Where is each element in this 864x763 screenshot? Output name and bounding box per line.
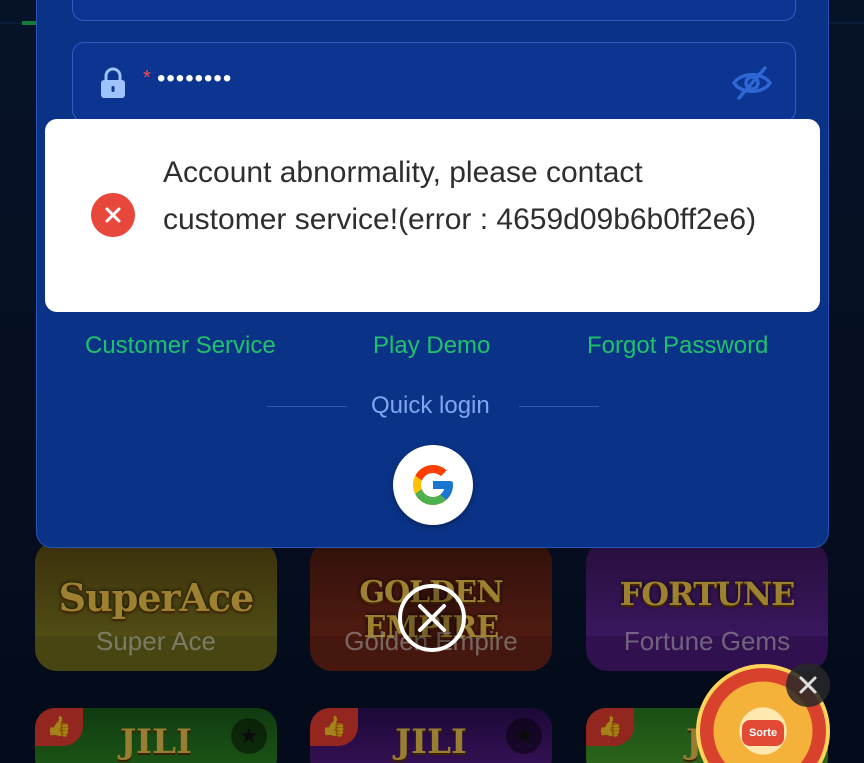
password-value: •••••••• <box>157 65 233 92</box>
close-button[interactable] <box>398 584 466 652</box>
close-icon <box>418 604 446 632</box>
password-field[interactable]: * •••••••• <box>72 42 796 122</box>
wheel-close-button[interactable] <box>786 663 830 707</box>
customer-service-link[interactable]: Customer Service <box>85 332 276 360</box>
wheel-label: Sorte <box>742 720 784 746</box>
login-links: Customer Service Play Demo Forgot Passwo… <box>37 332 828 366</box>
eye-off-icon[interactable] <box>731 65 773 101</box>
forgot-password-link[interactable]: Forgot Password <box>587 332 768 360</box>
divider-line <box>267 406 347 407</box>
google-login-button[interactable] <box>393 445 473 525</box>
username-field[interactable] <box>72 0 796 21</box>
quick-login-divider: Quick login <box>37 392 828 422</box>
error-toast: Account abnormality, please contact cust… <box>45 119 820 312</box>
error-message: Account abnormality, please contact cust… <box>163 156 757 236</box>
error-icon <box>91 193 135 237</box>
divider-line <box>519 406 599 407</box>
quick-login-label: Quick login <box>371 392 490 419</box>
play-demo-link[interactable]: Play Demo <box>373 332 490 360</box>
required-mark: * <box>143 67 151 89</box>
close-icon <box>799 676 817 694</box>
google-icon <box>413 465 453 505</box>
lock-icon <box>101 67 125 98</box>
